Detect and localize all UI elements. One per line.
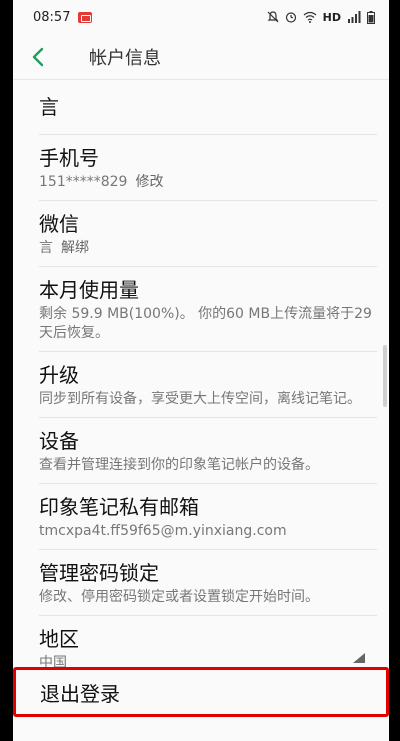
list-item-private-email[interactable]: 印象笔记私有邮箱 tmcxpa4t.ff59f65@m.yinxiang.com	[39, 484, 377, 550]
wechat-name: 言	[39, 240, 53, 256]
logout-label: 退出登录	[40, 681, 120, 706]
list-item-account-name[interactable]: 言	[39, 80, 377, 135]
signal-icon	[348, 11, 361, 23]
dnd-bell-icon	[267, 11, 279, 23]
device-frame: 08:57 HD 帐户信息 言 手机号 151*****829 修改 微信 言 …	[0, 0, 400, 741]
list-item-phone[interactable]: 手机号 151*****829 修改	[39, 135, 377, 201]
chevron-left-icon	[32, 47, 44, 66]
list-item-wechat[interactable]: 微信 言解绑	[39, 201, 377, 267]
item-title: 设备	[39, 429, 79, 453]
notification-icon	[78, 11, 93, 23]
item-title: 本月使用量	[39, 278, 139, 302]
back-button[interactable]	[31, 42, 57, 72]
unbind-wechat-link[interactable]: 解绑	[61, 240, 89, 256]
scrollbar[interactable]	[383, 345, 387, 407]
list-item-devices[interactable]: 设备 查看并管理连接到你的印象笔记帐户的设备。	[39, 418, 377, 484]
status-right: HD	[267, 10, 375, 24]
wifi-icon	[303, 11, 317, 23]
account-info-list: 言 手机号 151*****829 修改 微信 言解绑 本月使用量 剩余 59.9…	[13, 80, 389, 681]
list-item-monthly-usage[interactable]: 本月使用量 剩余 59.9 MB(100%)。 你的60 MB上传流量将于29天…	[39, 267, 377, 352]
region-row: 地区 中国	[39, 626, 377, 673]
dropdown-triangle-icon[interactable]	[353, 653, 365, 663]
item-subtitle: 修改、停用密码锁定或者设置锁定开始时间。	[39, 589, 319, 605]
screen: 08:57 HD 帐户信息 言 手机号 151*****829 修改 微信 言 …	[13, 0, 389, 741]
item-subtitle: 言解绑	[39, 239, 377, 258]
battery-icon	[367, 10, 375, 24]
status-left: 08:57	[33, 9, 93, 25]
item-title: 管理密码锁定	[39, 561, 159, 585]
list-item-passcode-lock[interactable]: 管理密码锁定 修改、停用密码锁定或者设置锁定开始时间。	[39, 550, 377, 616]
item-subtitle: 查看并管理连接到你的印象笔记帐户的设备。	[39, 457, 319, 473]
modify-phone-link[interactable]: 修改	[135, 174, 163, 190]
logout-button[interactable]: 退出登录	[13, 667, 389, 717]
item-title: 地区	[39, 627, 79, 651]
phone-number: 151*****829	[39, 174, 128, 190]
bottom-strip	[13, 717, 389, 741]
item-title: 微信	[39, 212, 79, 236]
status-time: 08:57	[33, 9, 71, 25]
item-title: 手机号	[39, 146, 99, 170]
hd-indicator: HD	[322, 10, 341, 24]
status-bar: 08:57 HD	[13, 0, 389, 34]
item-subtitle: 剩余 59.9 MB(100%)。 你的60 MB上传流量将于29天后恢复。	[39, 306, 372, 341]
item-subtitle: tmcxpa4t.ff59f65@m.yinxiang.com	[39, 523, 287, 539]
item-subtitle: 同步到所有设备，享受更大上传空间，离线记笔记。	[39, 391, 361, 407]
account-name: 言	[39, 95, 59, 119]
list-item-upgrade[interactable]: 升级 同步到所有设备，享受更大上传空间，离线记笔记。	[39, 352, 377, 418]
region-text: 地区 中国	[39, 626, 79, 673]
item-subtitle: 151*****829 修改	[39, 173, 377, 192]
page-title: 帐户信息	[89, 47, 161, 69]
app-header: 帐户信息	[13, 34, 389, 80]
item-title: 升级	[39, 363, 79, 387]
item-title: 印象笔记私有邮箱	[39, 495, 199, 519]
alarm-icon	[285, 12, 296, 23]
